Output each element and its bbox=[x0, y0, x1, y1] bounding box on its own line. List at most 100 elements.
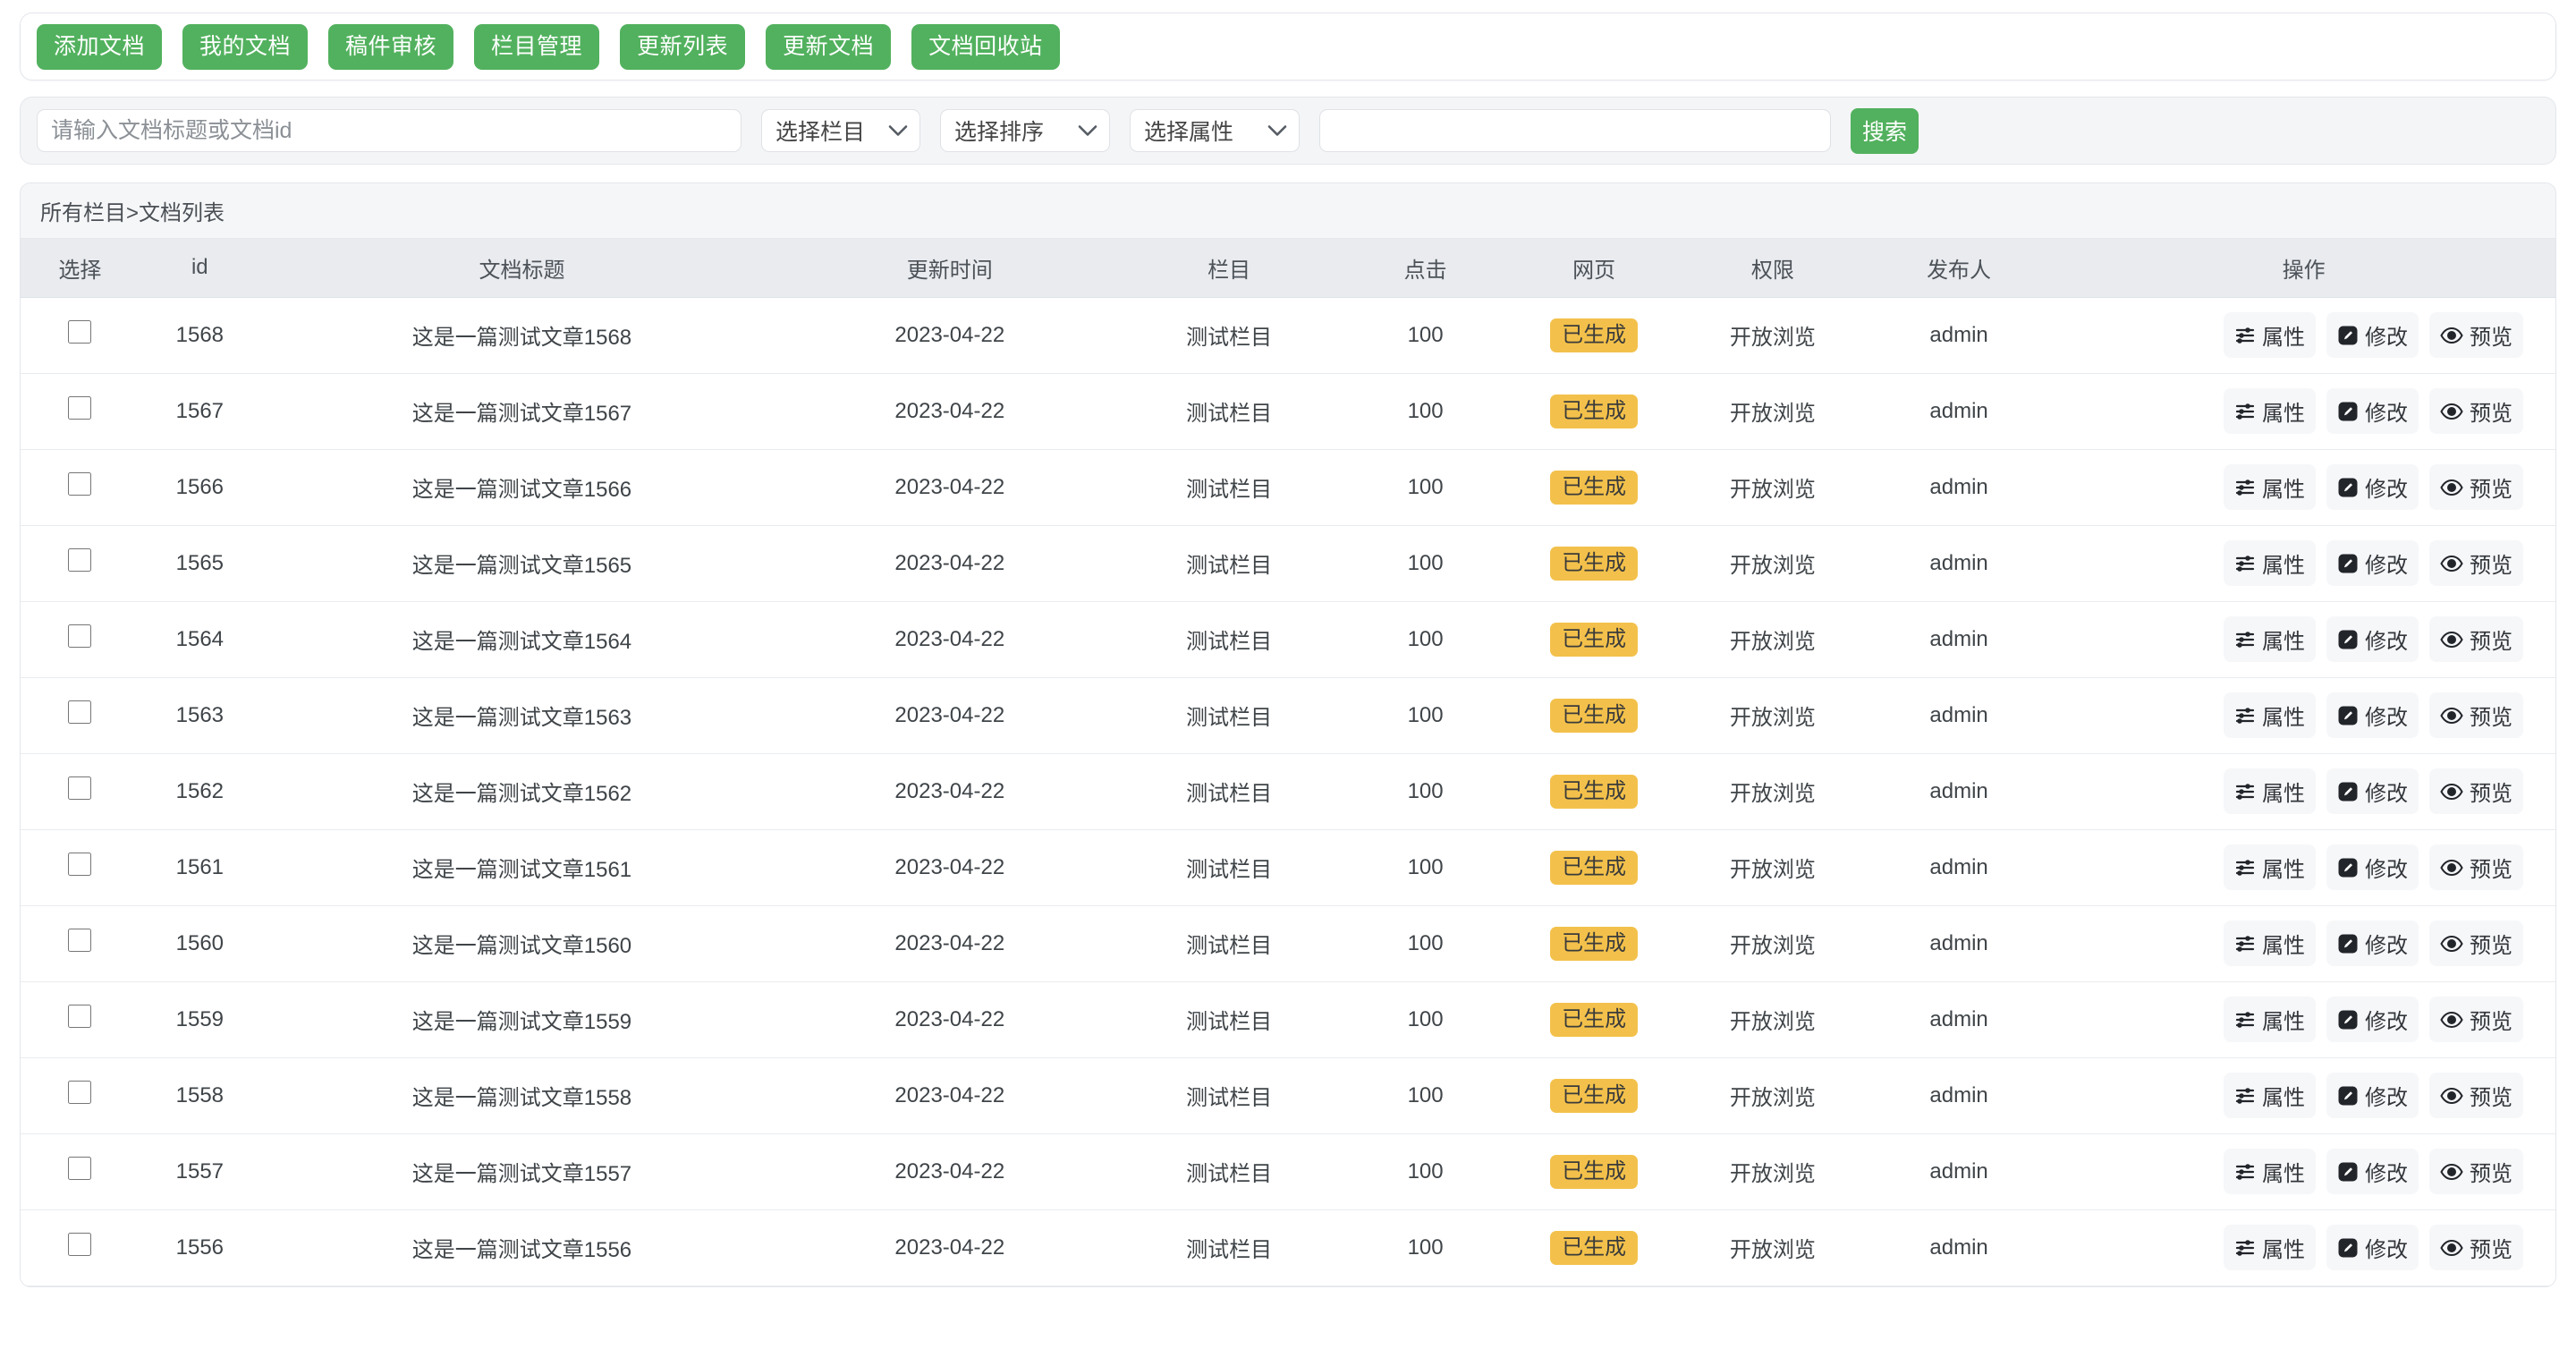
web-status-badge[interactable]: 已生成 bbox=[1550, 1079, 1638, 1113]
order-select[interactable]: 选择排序 bbox=[940, 109, 1110, 152]
attribute-button[interactable]: 属性 bbox=[2224, 997, 2316, 1042]
search-button[interactable]: 搜索 bbox=[1851, 108, 1919, 154]
preview-button[interactable]: 预览 bbox=[2429, 312, 2523, 358]
preview-button[interactable]: 预览 bbox=[2429, 1073, 2523, 1118]
preview-button[interactable]: 预览 bbox=[2429, 616, 2523, 662]
attribute-select-value[interactable]: 选择属性 bbox=[1130, 109, 1300, 152]
edit-button[interactable]: 修改 bbox=[2326, 1225, 2419, 1270]
search-keyword-input[interactable] bbox=[37, 109, 741, 152]
edit-button[interactable]: 修改 bbox=[2326, 464, 2419, 510]
preview-button[interactable]: 预览 bbox=[2429, 997, 2523, 1042]
attribute-button[interactable]: 属性 bbox=[2224, 388, 2316, 434]
web-status-badge[interactable]: 已生成 bbox=[1550, 927, 1638, 961]
row-checkbox[interactable] bbox=[68, 853, 91, 876]
order-select-value[interactable]: 选择排序 bbox=[940, 109, 1110, 152]
category-select-value[interactable]: 选择栏目 bbox=[761, 109, 920, 152]
preview-button[interactable]: 预览 bbox=[2429, 464, 2523, 510]
row-checkbox[interactable] bbox=[68, 1081, 91, 1104]
row-title[interactable]: 这是一篇测试文章1558 bbox=[260, 1057, 784, 1133]
edit-button[interactable]: 修改 bbox=[2326, 388, 2419, 434]
row-title[interactable]: 这是一篇测试文章1562 bbox=[260, 753, 784, 829]
row-title[interactable]: 这是一篇测试文章1566 bbox=[260, 449, 784, 525]
edit-button[interactable]: 修改 bbox=[2326, 616, 2419, 662]
web-status-badge[interactable]: 已生成 bbox=[1550, 395, 1638, 428]
web-status-badge[interactable]: 已生成 bbox=[1550, 1155, 1638, 1189]
row-action-group: 属性修改预览 bbox=[2052, 997, 2555, 1042]
attribute-button[interactable]: 属性 bbox=[2224, 540, 2316, 586]
web-status-badge[interactable]: 已生成 bbox=[1550, 851, 1638, 885]
category-select[interactable]: 选择栏目 bbox=[761, 109, 920, 152]
web-status-badge[interactable]: 已生成 bbox=[1550, 1231, 1638, 1265]
preview-button[interactable]: 预览 bbox=[2429, 768, 2523, 814]
row-title[interactable]: 这是一篇测试文章1560 bbox=[260, 905, 784, 981]
row-checkbox[interactable] bbox=[68, 472, 91, 496]
edit-button[interactable]: 修改 bbox=[2326, 1149, 2419, 1194]
edit-button[interactable]: 修改 bbox=[2326, 768, 2419, 814]
attribute-button[interactable]: 属性 bbox=[2224, 768, 2316, 814]
attribute-button[interactable]: 属性 bbox=[2224, 921, 2316, 966]
update-list-button[interactable]: 更新列表 bbox=[620, 24, 745, 70]
attribute-button[interactable]: 属性 bbox=[2224, 692, 2316, 738]
row-web-cell: 已生成 bbox=[1508, 829, 1679, 905]
row-title[interactable]: 这是一篇测试文章1565 bbox=[260, 525, 784, 601]
row-checkbox[interactable] bbox=[68, 776, 91, 800]
row-title[interactable]: 这是一篇测试文章1564 bbox=[260, 601, 784, 677]
row-title[interactable]: 这是一篇测试文章1559 bbox=[260, 981, 784, 1057]
edit-button[interactable]: 修改 bbox=[2326, 312, 2419, 358]
row-checkbox[interactable] bbox=[68, 929, 91, 952]
category-manage-button[interactable]: 栏目管理 bbox=[474, 24, 599, 70]
extra-search-input[interactable] bbox=[1319, 109, 1831, 152]
attribute-button[interactable]: 属性 bbox=[2224, 844, 2316, 890]
row-checkbox[interactable] bbox=[68, 1157, 91, 1180]
row-title[interactable]: 这是一篇测试文章1561 bbox=[260, 829, 784, 905]
review-button[interactable]: 稿件审核 bbox=[328, 24, 453, 70]
web-status-badge[interactable]: 已生成 bbox=[1550, 1003, 1638, 1037]
attribute-select[interactable]: 选择属性 bbox=[1130, 109, 1300, 152]
attribute-button[interactable]: 属性 bbox=[2224, 1149, 2316, 1194]
row-checkbox[interactable] bbox=[68, 1005, 91, 1028]
preview-button[interactable]: 预览 bbox=[2429, 1225, 2523, 1270]
pencil-square-icon bbox=[2337, 1085, 2359, 1107]
row-title[interactable]: 这是一篇测试文章1567 bbox=[260, 373, 784, 449]
web-status-badge[interactable]: 已生成 bbox=[1550, 471, 1638, 505]
attribute-button[interactable]: 属性 bbox=[2224, 464, 2316, 510]
web-status-badge[interactable]: 已生成 bbox=[1550, 775, 1638, 809]
web-status-badge[interactable]: 已生成 bbox=[1550, 318, 1638, 352]
web-status-badge[interactable]: 已生成 bbox=[1550, 699, 1638, 733]
edit-button[interactable]: 修改 bbox=[2326, 540, 2419, 586]
edit-button[interactable]: 修改 bbox=[2326, 844, 2419, 890]
row-checkbox[interactable] bbox=[68, 624, 91, 648]
recycle-bin-button[interactable]: 文档回收站 bbox=[911, 24, 1060, 70]
attribute-button[interactable]: 属性 bbox=[2224, 1225, 2316, 1270]
attribute-button[interactable]: 属性 bbox=[2224, 616, 2316, 662]
preview-button[interactable]: 预览 bbox=[2429, 844, 2523, 890]
edit-button[interactable]: 修改 bbox=[2326, 921, 2419, 966]
row-checkbox[interactable] bbox=[68, 396, 91, 420]
web-status-badge[interactable]: 已生成 bbox=[1550, 623, 1638, 657]
add-doc-button[interactable]: 添加文档 bbox=[37, 24, 162, 70]
preview-button[interactable]: 预览 bbox=[2429, 388, 2523, 434]
preview-button[interactable]: 预览 bbox=[2429, 1149, 2523, 1194]
attribute-button-label: 属性 bbox=[2262, 928, 2305, 959]
row-checkbox[interactable] bbox=[68, 320, 91, 344]
th-select: 选择 bbox=[21, 239, 140, 297]
preview-button[interactable]: 预览 bbox=[2429, 692, 2523, 738]
row-checkbox[interactable] bbox=[68, 700, 91, 724]
attribute-button[interactable]: 属性 bbox=[2224, 312, 2316, 358]
row-checkbox[interactable] bbox=[68, 548, 91, 572]
table-row: 1565这是一篇测试文章15652023-04-22测试栏目100已生成开放浏览… bbox=[21, 525, 2555, 601]
edit-button[interactable]: 修改 bbox=[2326, 692, 2419, 738]
row-title[interactable]: 这是一篇测试文章1556 bbox=[260, 1209, 784, 1285]
row-title[interactable]: 这是一篇测试文章1568 bbox=[260, 297, 784, 373]
preview-button[interactable]: 预览 bbox=[2429, 921, 2523, 966]
web-status-badge[interactable]: 已生成 bbox=[1550, 547, 1638, 581]
row-title[interactable]: 这是一篇测试文章1557 bbox=[260, 1133, 784, 1209]
row-title[interactable]: 这是一篇测试文章1563 bbox=[260, 677, 784, 753]
update-doc-button[interactable]: 更新文档 bbox=[766, 24, 891, 70]
attribute-button[interactable]: 属性 bbox=[2224, 1073, 2316, 1118]
edit-button[interactable]: 修改 bbox=[2326, 1073, 2419, 1118]
my-docs-button[interactable]: 我的文档 bbox=[182, 24, 308, 70]
preview-button[interactable]: 预览 bbox=[2429, 540, 2523, 586]
row-checkbox[interactable] bbox=[68, 1233, 91, 1256]
edit-button[interactable]: 修改 bbox=[2326, 997, 2419, 1042]
